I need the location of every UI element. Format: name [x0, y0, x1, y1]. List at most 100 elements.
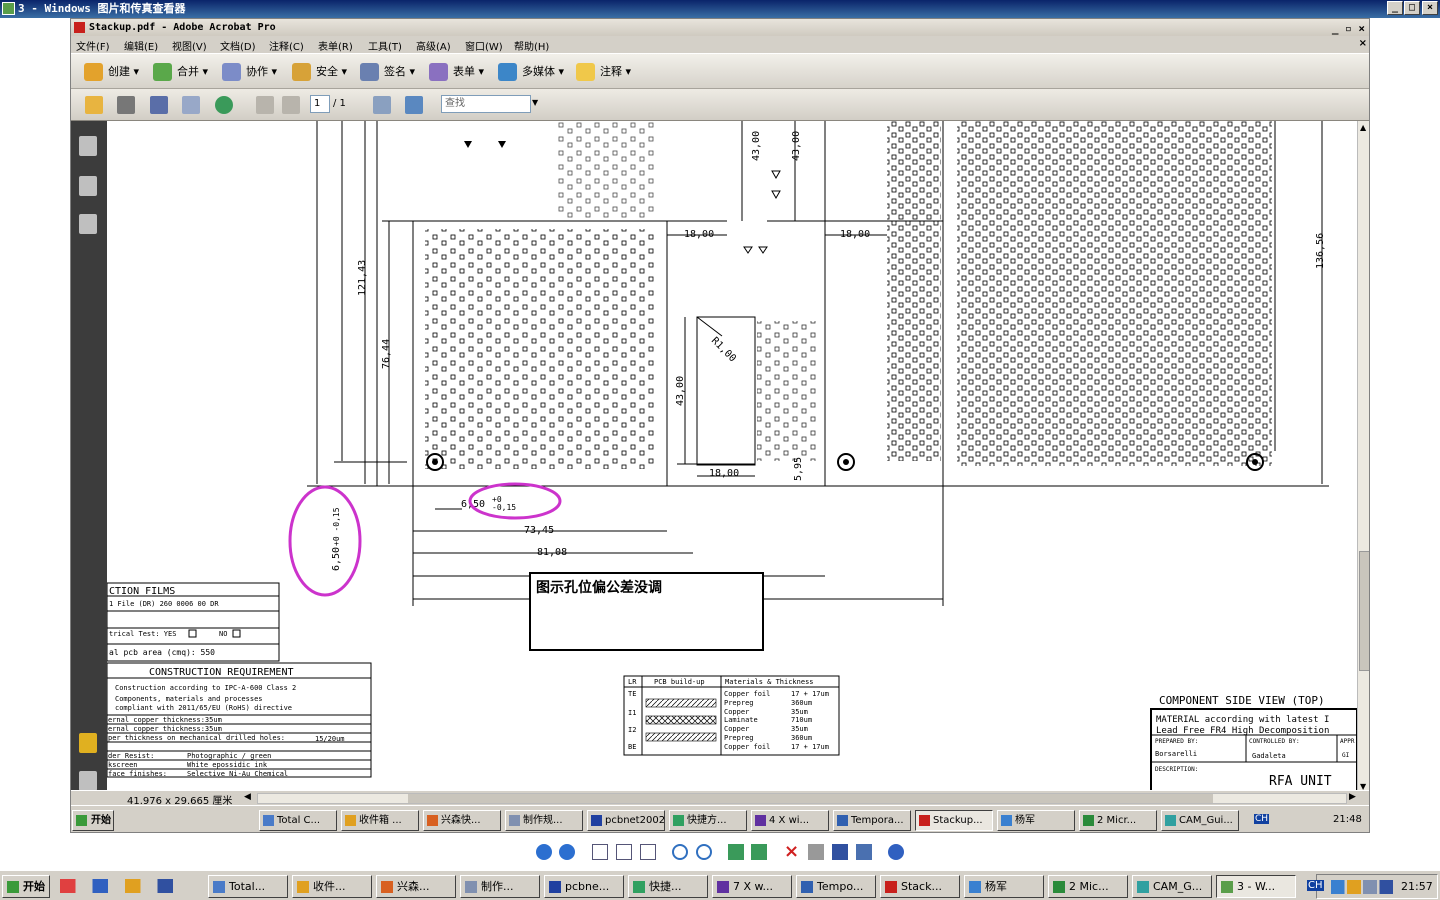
captured-start-button: 开始 [72, 810, 114, 831]
start-button[interactable]: 开始 [2, 875, 50, 898]
task-total-commander[interactable]: Total... [208, 875, 288, 898]
ime-indicator[interactable]: CH [1307, 880, 1324, 891]
task-spec[interactable]: 制作... [460, 875, 540, 898]
menu-help[interactable]: 帮助(H) [514, 38, 549, 53]
page-number-input[interactable]: 1 [310, 95, 330, 113]
collaborate-button[interactable]: 协作 ▾ [222, 62, 277, 82]
actual-size-icon[interactable] [616, 844, 632, 860]
edit-image-icon[interactable] [856, 844, 872, 860]
rotate-counterclockwise-icon[interactable] [751, 844, 767, 860]
delete-icon[interactable]: × [784, 841, 799, 862]
material-0: Copper foil [724, 690, 770, 698]
captured-task-8: Stackup... [915, 810, 993, 831]
search-dropdown-icon[interactable]: ▼ [532, 98, 538, 107]
menu-file[interactable]: 文件(F) [76, 38, 110, 53]
captured-ime: CH [1254, 814, 1270, 824]
next-page-icon[interactable] [282, 96, 300, 114]
dim-76-44: 76,44 [381, 339, 392, 369]
forms-button[interactable]: 表单 ▾ [429, 62, 484, 82]
acrobat-title: Stackup.pdf - Adobe Acrobat Pro [89, 22, 276, 33]
print-image-icon[interactable] [808, 844, 824, 860]
combine-button[interactable]: 合并 ▾ [153, 62, 208, 82]
hscroll-right-icon[interactable]: ▶ [1349, 792, 1356, 802]
pages-icon[interactable] [79, 136, 97, 156]
single-page-icon[interactable] [373, 96, 391, 114]
web-icon[interactable] [215, 96, 233, 114]
dim-121-43: 121,43 [357, 260, 368, 296]
secure-button[interactable]: 安全 ▾ [292, 62, 347, 82]
task-inbox[interactable]: 收件... [292, 875, 372, 898]
comments-icon[interactable] [79, 733, 97, 753]
task-cam-guide[interactable]: CAM_G... [1132, 875, 1212, 898]
create-button[interactable]: 创建 ▾ [84, 62, 139, 82]
construction-l7: der Resist: [108, 752, 154, 760]
dim-73-45: 73,45 [524, 525, 554, 536]
copy-to-icon[interactable] [832, 844, 848, 860]
close-button[interactable]: × [1422, 1, 1438, 15]
sign-button[interactable]: 签名 ▾ [360, 62, 415, 82]
menu-edit[interactable]: 编辑(E) [124, 38, 158, 53]
document-page: 121,43 76,44 43,00 43,00 18,00 18,00 43,… [107, 121, 1357, 803]
task-yangjun[interactable]: 杨军 [964, 875, 1044, 898]
thickness-2: 35um [791, 708, 808, 716]
task-windows-group[interactable]: 7 X w... [712, 875, 792, 898]
prepared-label: PREPARED BY: [1155, 738, 1198, 745]
signatures-icon[interactable] [79, 214, 97, 234]
description-label: DESCRIPTION: [1155, 766, 1198, 773]
open-folder-icon[interactable] [85, 96, 103, 114]
pdf-icon [74, 22, 85, 33]
close-doc-icon[interactable]: × [1359, 38, 1367, 49]
task-shortcut[interactable]: 快捷... [628, 875, 708, 898]
bookmarks-icon[interactable] [79, 176, 97, 196]
task-xingsen[interactable]: 兴森... [376, 875, 456, 898]
attachments-icon[interactable] [79, 771, 97, 791]
task-pcbnet[interactable]: pcbne... [544, 875, 624, 898]
zoom-out-icon[interactable] [696, 844, 712, 860]
best-fit-icon[interactable] [592, 844, 608, 860]
email-icon[interactable] [182, 96, 200, 114]
menu-comments[interactable]: 注释(C) [269, 38, 304, 53]
comment-button[interactable]: 注释 ▾ [576, 62, 631, 82]
task-picture-viewer[interactable]: 3 - W... [1216, 875, 1296, 898]
scroll-thumb[interactable] [1359, 551, 1369, 671]
print-icon[interactable] [117, 96, 135, 114]
hscroll-left-icon[interactable]: ◀ [244, 792, 251, 802]
hscroll-thumb[interactable] [408, 794, 1213, 803]
next-image-icon[interactable] [559, 844, 575, 860]
menu-window[interactable]: 窗口(W) [465, 38, 503, 53]
menu-view[interactable]: 视图(V) [172, 38, 207, 53]
menu-forms[interactable]: 表单(R) [318, 38, 353, 53]
menu-bar: 文件(F) 编辑(E) 视图(V) 文档(D) 注释(C) 表单(R) 工具(T… [71, 36, 1369, 53]
tray-icons[interactable] [1331, 880, 1393, 894]
material-5: Prepreg [724, 734, 754, 742]
captured-clock: 21:48 [1333, 814, 1362, 825]
slideshow-icon[interactable] [640, 844, 656, 860]
rotate-clockwise-icon[interactable] [728, 844, 744, 860]
menu-document[interactable]: 文档(D) [220, 38, 256, 53]
multimedia-button[interactable]: 多媒体 ▾ [498, 62, 564, 82]
quick-launch-icons[interactable] [60, 879, 190, 893]
search-input[interactable]: 查找 [441, 95, 531, 113]
prev-page-icon[interactable] [256, 96, 274, 114]
fit-page-icon[interactable] [405, 96, 423, 114]
viewer-toolbar: × [0, 838, 1440, 866]
collaborate-icon [222, 63, 241, 81]
dim-minus015: -0,15 [492, 503, 516, 512]
zoom-in-icon[interactable] [672, 844, 688, 860]
horizontal-scrollbar[interactable] [257, 793, 1347, 804]
maximize-button[interactable]: □ [1404, 1, 1420, 15]
menu-tools[interactable]: 工具(T) [368, 38, 402, 53]
task-stackup[interactable]: Stack... [880, 875, 960, 898]
scroll-up-icon[interactable]: ▲ [1360, 123, 1366, 132]
prepared-name: Borsarelli [1155, 750, 1197, 758]
vertical-scrollbar[interactable]: ▲ ▼ [1357, 121, 1369, 793]
task-temporary[interactable]: Tempo... [796, 875, 876, 898]
menu-advanced[interactable]: 高级(A) [416, 38, 451, 53]
previous-image-icon[interactable] [536, 844, 552, 860]
minimize-button[interactable]: _ [1387, 1, 1403, 15]
material-4: Copper [724, 725, 749, 733]
construction-l9: face finishes: [108, 770, 167, 778]
task-microsoft-group[interactable]: 2 Mic... [1048, 875, 1128, 898]
save-icon[interactable] [150, 96, 168, 114]
help-icon[interactable] [888, 844, 904, 860]
